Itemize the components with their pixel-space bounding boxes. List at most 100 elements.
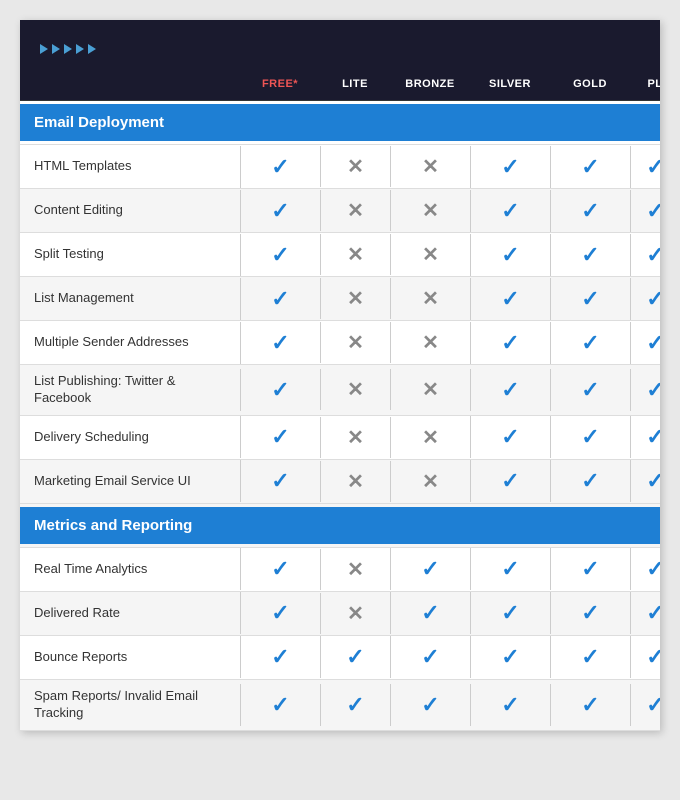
table-row: HTML Templates✓✕✕✓✓✓ [20,145,660,189]
check-icon: ✓ [271,692,289,718]
check-icon: ✓ [421,600,439,626]
check-icon: ✓ [581,600,599,626]
cell-3: ✓ [470,548,550,590]
cross-icon: ✕ [347,377,364,402]
cell-5: ✓ [630,548,660,590]
row-label: Real Time Analytics [20,553,240,586]
cell-5: ✓ [630,234,660,276]
table-row: Marketing Email Service UI✓✕✕✓✓✓ [20,460,660,504]
col-header-silver: SILVER [470,68,550,100]
check-icon: ✓ [581,242,599,268]
check-icon: ✓ [271,198,289,224]
cross-icon: ✕ [347,557,364,582]
cell-1: ✕ [320,190,390,231]
column-headers: FREE* LITE BRONZE SILVER GOLD PL [20,68,660,101]
check-icon: ✓ [581,154,599,180]
check-icon: ✓ [501,692,519,718]
cell-3: ✓ [470,416,550,458]
cell-2: ✕ [390,146,470,187]
cell-3: ✓ [470,146,550,188]
row-label: List Management [20,282,240,315]
row-label: List Publishing: Twitter & Facebook [20,365,240,415]
check-icon: ✓ [271,154,289,180]
row-label: Marketing Email Service UI [20,465,240,498]
col-header-gold: GOLD [550,68,630,100]
cell-4: ✓ [550,234,630,276]
check-icon: ✓ [581,556,599,582]
cross-icon: ✕ [347,198,364,223]
cell-2: ✕ [390,417,470,458]
check-icon: ✓ [271,556,289,582]
check-icon: ✓ [421,556,439,582]
cell-5: ✓ [630,322,660,364]
cross-icon: ✕ [347,469,364,494]
cell-3: ✓ [470,460,550,502]
arrow-icon-3 [64,44,72,54]
cell-1: ✕ [320,278,390,319]
col-header-lite: LITE [320,68,390,100]
check-icon: ✓ [501,424,519,450]
check-icon: ✓ [646,286,660,312]
table-row: Delivery Scheduling✓✕✕✓✓✓ [20,416,660,460]
cross-icon: ✕ [347,425,364,450]
cell-3: ✓ [470,684,550,726]
check-icon: ✓ [501,154,519,180]
cell-2: ✓ [390,592,470,634]
section-header-1: Metrics and Reporting [20,504,660,548]
cross-icon: ✕ [422,377,439,402]
check-icon: ✓ [271,330,289,356]
cell-5: ✓ [630,416,660,458]
section-header-0: Email Deployment [20,101,660,145]
arrow-icon-5 [88,44,96,54]
cross-icon: ✕ [422,425,439,450]
check-icon: ✓ [646,600,660,626]
check-icon: ✓ [646,556,660,582]
cell-3: ✓ [470,190,550,232]
cell-4: ✓ [550,636,630,678]
cell-1: ✓ [320,684,390,726]
cell-0: ✓ [240,592,320,634]
cross-icon: ✕ [422,286,439,311]
cell-5: ✓ [630,592,660,634]
arrow-icon-4 [76,44,84,54]
cell-4: ✓ [550,369,630,411]
check-icon: ✓ [501,644,519,670]
check-icon: ✓ [271,377,289,403]
check-icon: ✓ [581,424,599,450]
cell-1: ✕ [320,234,390,275]
cell-0: ✓ [240,278,320,320]
cell-1: ✕ [320,593,390,634]
col-label-empty [20,68,240,100]
cell-3: ✓ [470,636,550,678]
cell-4: ✓ [550,684,630,726]
cell-5: ✓ [630,460,660,502]
check-icon: ✓ [581,377,599,403]
arrow-icon-2 [52,44,60,54]
table-row: List Management✓✕✕✓✓✓ [20,277,660,321]
cell-0: ✓ [240,684,320,726]
cross-icon: ✕ [422,154,439,179]
check-icon: ✓ [501,556,519,582]
cell-5: ✓ [630,684,660,726]
check-icon: ✓ [501,198,519,224]
check-icon: ✓ [646,377,660,403]
table-row: Split Testing✓✕✕✓✓✓ [20,233,660,277]
cell-2: ✕ [390,461,470,502]
arrows-decoration [40,44,640,54]
check-icon: ✓ [271,644,289,670]
cell-0: ✓ [240,190,320,232]
cell-5: ✓ [630,369,660,411]
cell-3: ✓ [470,322,550,364]
cell-0: ✓ [240,636,320,678]
table-row: Multiple Sender Addresses✓✕✕✓✓✓ [20,321,660,365]
col-header-free: FREE* [240,68,320,100]
cell-1: ✕ [320,461,390,502]
cell-4: ✓ [550,416,630,458]
cell-1: ✕ [320,322,390,363]
section-title: Metrics and Reporting [20,507,660,544]
section-title: Email Deployment [20,104,660,141]
check-icon: ✓ [501,377,519,403]
cell-0: ✓ [240,322,320,364]
check-icon: ✓ [421,644,439,670]
check-icon: ✓ [581,692,599,718]
